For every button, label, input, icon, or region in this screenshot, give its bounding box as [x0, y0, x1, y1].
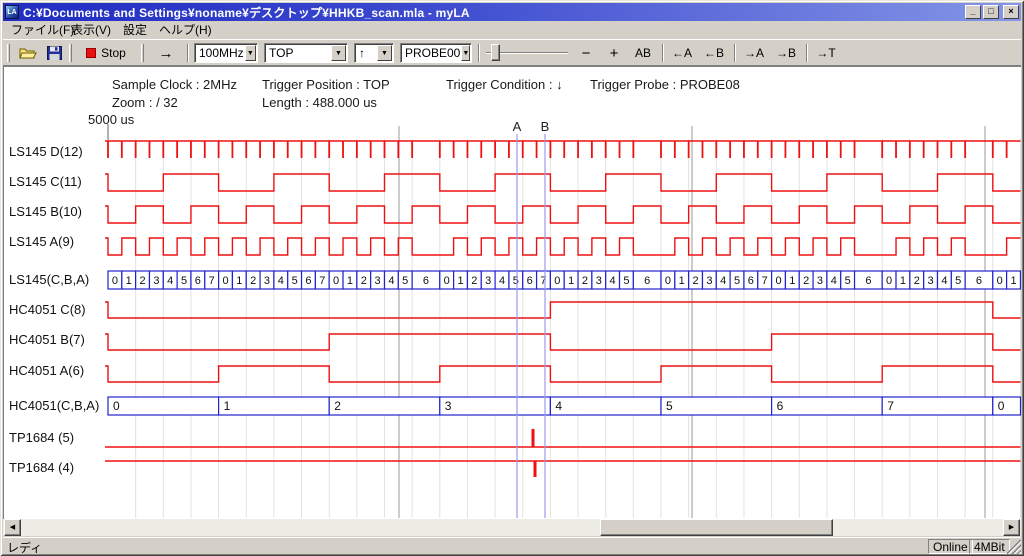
single-run-button[interactable]: → [149, 43, 183, 63]
minimize-button[interactable]: _ [965, 5, 981, 19]
window-title: C:¥Documents and Settings¥noname¥デスクトップ¥… [23, 4, 963, 21]
probe-select[interactable]: PROBE00 ▼ [400, 43, 472, 63]
sample-clock-value: 100MHz [195, 46, 244, 60]
trigger-edge-select[interactable]: ↑ ▼ [354, 43, 394, 63]
zoom-ab-button[interactable]: AB [630, 43, 656, 63]
close-button[interactable]: × [1003, 5, 1019, 19]
app-window: LA C:¥Documents and Settings¥noname¥デスクト… [0, 0, 1024, 556]
chevron-down-icon[interactable]: ▼ [377, 45, 392, 61]
probe-value: PROBE00 [401, 46, 460, 60]
info-trigger-probe: Trigger Probe : PROBE08 [590, 77, 740, 92]
menu-help[interactable]: ヘルプ(H) [155, 22, 216, 38]
scroll-right-button[interactable]: ▶ [1003, 519, 1020, 536]
menu-settings[interactable]: 設定 [119, 22, 151, 38]
floppy-disk-icon [47, 46, 62, 60]
menu-view[interactable]: 表示(V) [67, 22, 115, 38]
toolbar-grip[interactable] [141, 44, 144, 62]
waveform-pane [3, 66, 1021, 519]
toolbar-separator [662, 44, 664, 62]
sample-clock-select[interactable]: 100MHz ▼ [194, 43, 258, 63]
zoom-slider-thumb[interactable] [491, 44, 500, 61]
stop-button[interactable]: Stop [77, 43, 135, 63]
app-icon: LA [5, 5, 19, 19]
toolbar: Stop → 100MHz ▼ TOP ▼ ↑ ▼ PROBE00 ▼ − + … [3, 39, 1021, 66]
zoom-out-button[interactable]: − [574, 43, 598, 63]
scrollbar-thumb[interactable] [600, 519, 833, 536]
trigger-position-select[interactable]: TOP ▼ [264, 43, 348, 63]
channel-label-ls145-bus: LS145(C,B,A) [9, 272, 89, 287]
trigger-position-value: TOP [265, 46, 330, 60]
timebase-label: 5000 us [88, 112, 134, 127]
status-memory-badge: 4MBit [969, 539, 1010, 554]
goto-cursor-b-right-button[interactable]: →B [771, 43, 801, 63]
toolbar-separator [478, 44, 480, 62]
horizontal-scrollbar[interactable]: ◀ ▶ [3, 519, 1021, 536]
title-bar[interactable]: LA C:¥Documents and Settings¥noname¥デスクト… [3, 3, 1021, 21]
info-sample-clock: Sample Clock : 2MHz [112, 77, 237, 92]
toolbar-grip[interactable] [69, 44, 72, 62]
status-online-badge: Online [928, 539, 973, 554]
resize-grip[interactable] [1007, 540, 1021, 554]
channel-label-ls145-a: LS145 A(9) [9, 234, 74, 249]
channel-label-ls145-b: LS145 B(10) [9, 204, 82, 219]
toolbar-separator [187, 44, 189, 62]
stop-label: Stop [101, 46, 126, 60]
stop-icon [86, 48, 96, 58]
channel-label-hc4051-c: HC4051 C(8) [9, 302, 86, 317]
info-trigger-condition: Trigger Condition : ↓ [446, 77, 563, 92]
open-button[interactable] [16, 43, 40, 63]
channel-label-hc4051-bus: HC4051(C,B,A) [9, 398, 99, 413]
goto-trigger-button[interactable]: →T [811, 43, 841, 63]
channel-label-hc4051-b: HC4051 B(7) [9, 332, 85, 347]
toolbar-separator [806, 44, 808, 62]
scroll-left-button[interactable]: ◀ [4, 519, 21, 536]
goto-cursor-a-left-button[interactable]: ←A [667, 43, 697, 63]
toolbar-separator [734, 44, 736, 62]
channel-label-hc4051-a: HC4051 A(6) [9, 363, 84, 378]
chevron-down-icon[interactable]: ▼ [245, 45, 256, 61]
status-bar: レディ Online 4MBit [3, 537, 1021, 554]
menu-bar: ファイル(F) 表示(V) 設定 ヘルプ(H) [3, 21, 1021, 39]
info-trigger-position: Trigger Position : TOP [262, 77, 390, 92]
chevron-down-icon[interactable]: ▼ [331, 45, 346, 61]
channel-label-tp1684-4: TP1684 (4) [9, 460, 74, 475]
channel-label-ls145-d: LS145 D(12) [9, 144, 83, 159]
toolbar-grip[interactable] [7, 44, 10, 62]
goto-cursor-a-right-button[interactable]: →A [739, 43, 769, 63]
info-length: Length : 488.000 us [262, 95, 377, 110]
save-button[interactable] [42, 43, 66, 63]
channel-label-tp1684-5: TP1684 (5) [9, 430, 74, 445]
zoom-in-button[interactable]: + [602, 43, 626, 63]
chevron-down-icon[interactable]: ▼ [461, 45, 470, 61]
channel-label-ls145-c: LS145 C(11) [9, 174, 82, 189]
trigger-edge-value: ↑ [355, 46, 376, 60]
status-ready: レディ [7, 539, 42, 556]
goto-cursor-b-left-button[interactable]: ←B [699, 43, 729, 63]
open-folder-icon [19, 46, 37, 60]
maximize-button[interactable]: □ [983, 5, 999, 19]
info-zoom: Zoom : / 32 [112, 95, 178, 110]
